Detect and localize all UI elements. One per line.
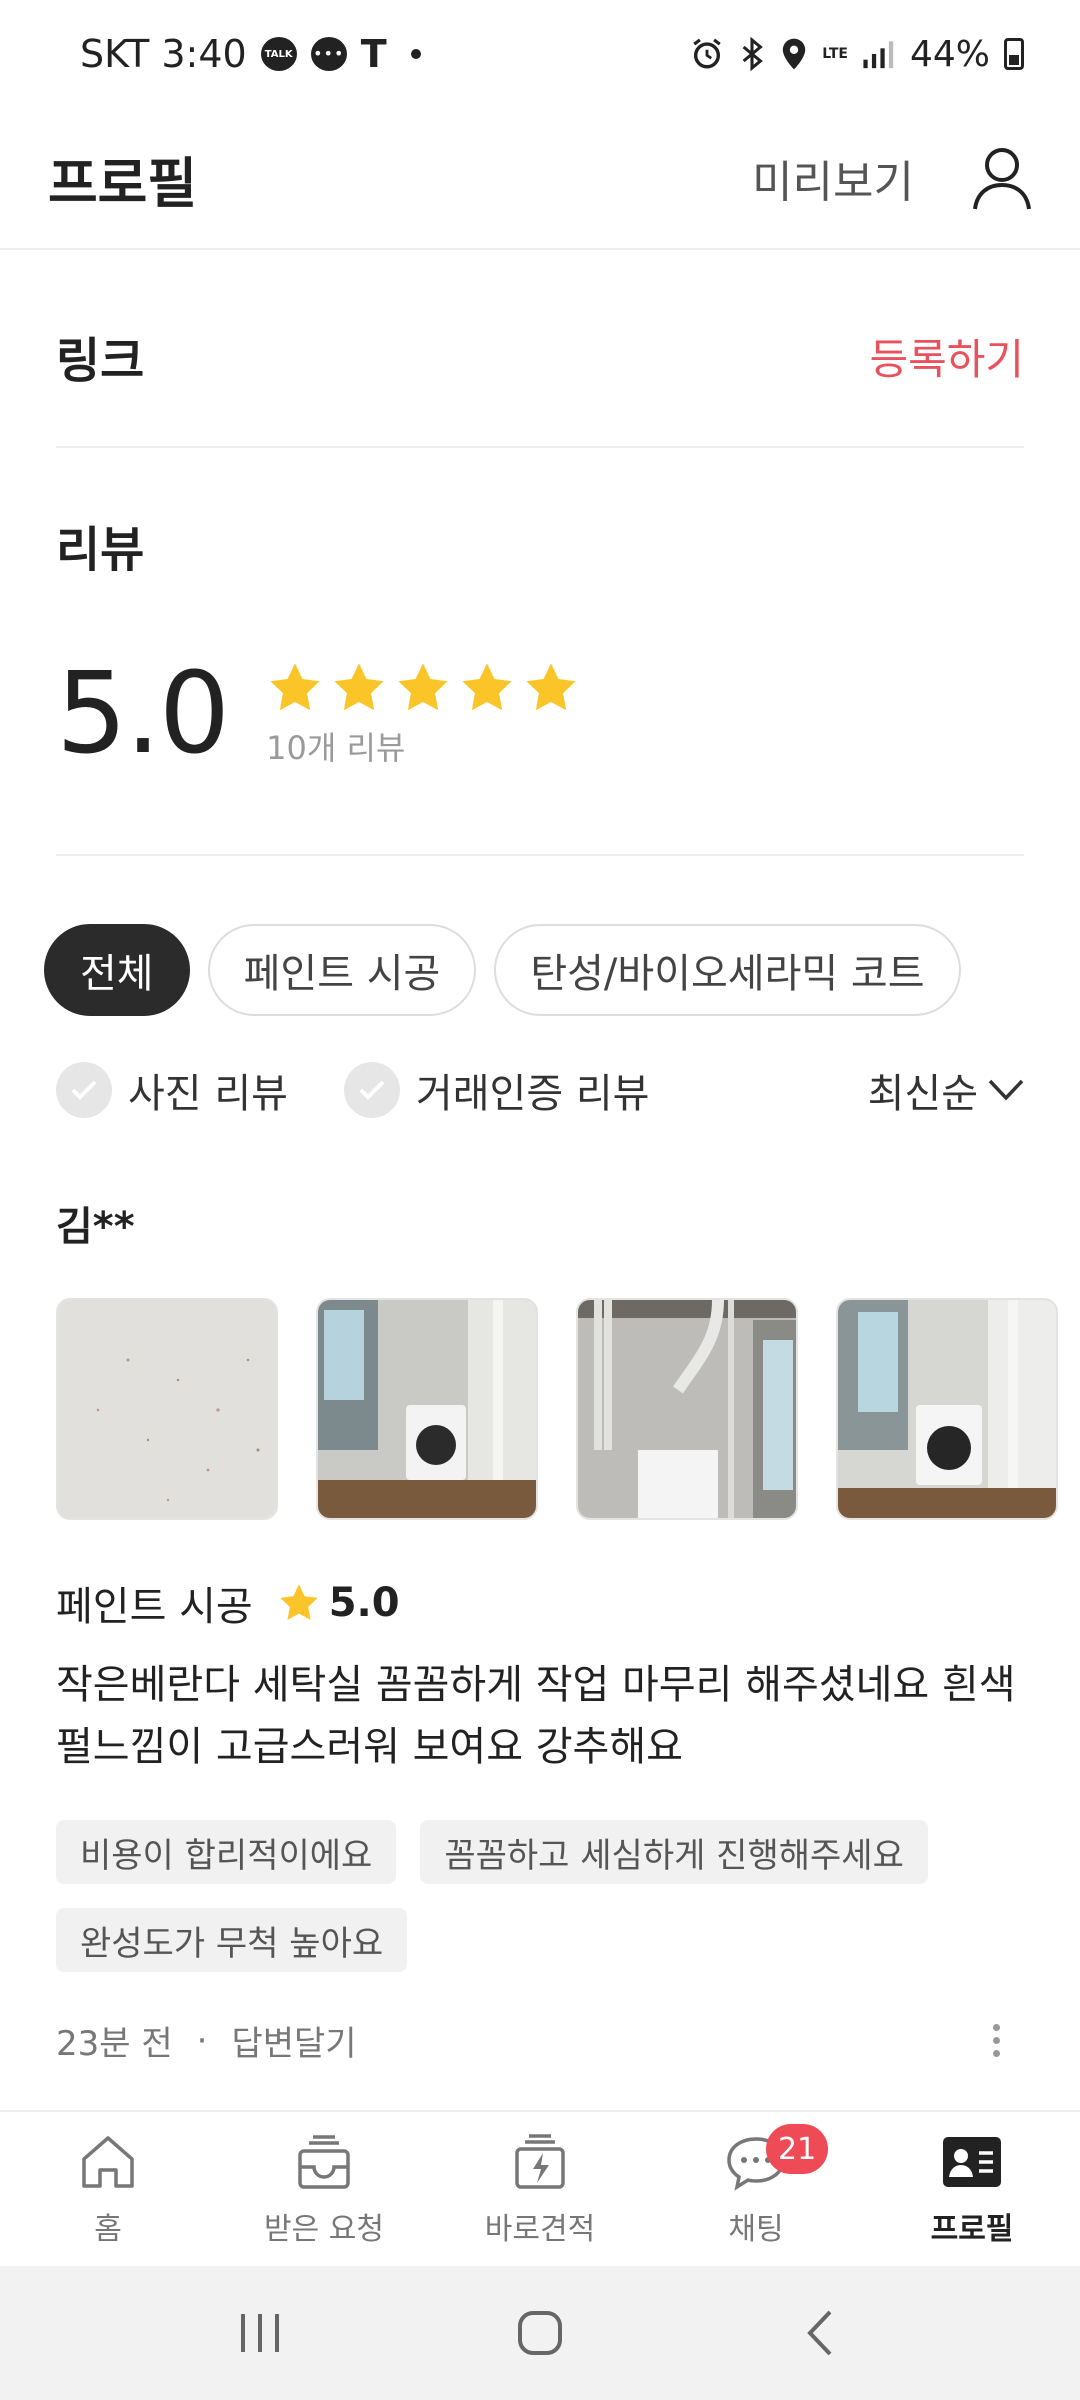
verified-review-filter[interactable]: 거래인증 리뷰: [343, 1061, 650, 1119]
chip-paint[interactable]: 페인트 시공: [207, 924, 477, 1016]
bluetooth-icon: [738, 37, 766, 71]
page-title: 프로필: [48, 151, 198, 215]
app-header: 프로필 미리보기: [0, 108, 1080, 250]
nav-profile-label: 프로필: [930, 2212, 1014, 2247]
review-section-title: 리뷰: [56, 522, 145, 578]
nav-home-label: 홈: [94, 2212, 122, 2247]
chevron-down-icon: [988, 1079, 1024, 1101]
check-icon: [56, 1062, 112, 1118]
section-divider: [56, 854, 1024, 856]
status-bar: SKT 3:40 TALK ••• T LTE 44%: [0, 0, 1080, 108]
register-link-button[interactable]: 등록하기: [869, 326, 1024, 387]
recent-apps-icon[interactable]: [220, 2303, 300, 2363]
review-text: 작은베란다 세탁실 꼼꼼하게 작업 마무리 해주셨네요 흰색 펄느낌이 고급스러…: [56, 1654, 1024, 1778]
inbox-icon: [292, 2130, 356, 2194]
quick-quote-icon: [508, 2130, 572, 2194]
nav-profile[interactable]: 프로필: [864, 2112, 1080, 2266]
check-icon: [343, 1062, 400, 1118]
preview-button[interactable]: 미리보기: [752, 146, 914, 210]
profile-content: 링크 등록하기 리뷰 5.0 10개 리뷰 전체 페인트 시공 탄성/바이오세라…: [0, 252, 1080, 2065]
category-chips: 전체 페인트 시공 탄성/바이오세라믹 코트: [0, 924, 1080, 1016]
photo-review-label: 사진 리뷰: [128, 1071, 288, 1117]
verified-review-label: 거래인증 리뷰: [415, 1071, 650, 1117]
message-icon: •••: [310, 37, 347, 71]
kakaotalk-icon: TALK: [260, 37, 297, 71]
review-text-line: 펄느낌이 고급스러워 보여요 강추해요: [56, 1724, 683, 1770]
review-meta: 페인트 시공 5.0: [56, 1574, 1024, 1632]
t-app-icon: T: [360, 32, 387, 76]
review-tag: 비용이 합리적이에요: [56, 1820, 397, 1884]
star-icon: [334, 663, 384, 711]
review-tags: 비용이 합리적이에요 꼼꼼하고 세심하게 진행해주세요 완성도가 무척 높아요: [56, 1820, 956, 1972]
notification-dot-icon: [410, 49, 421, 59]
chat-unread-badge: 21: [766, 2124, 829, 2174]
home-icon: [76, 2130, 140, 2194]
star-icon: [398, 663, 448, 711]
location-icon: [780, 37, 808, 71]
nav-chat-label: 채팅: [728, 2212, 784, 2247]
rating-stars: [266, 659, 580, 717]
carrier-time: SKT 3:40: [80, 32, 247, 76]
average-rating: 5.0: [56, 649, 230, 779]
nav-quick-quote[interactable]: 바로견적: [432, 2112, 648, 2266]
chip-all[interactable]: 전체: [44, 924, 190, 1016]
nav-chat[interactable]: 21 채팅: [648, 2112, 864, 2266]
review-photo[interactable]: [316, 1298, 538, 1520]
alarm-icon: [690, 37, 724, 71]
more-options-icon[interactable]: [993, 2024, 1000, 2057]
review-photos: [56, 1298, 1080, 1520]
reply-button[interactable]: 답변달기: [231, 2016, 356, 2065]
battery-icon: [1004, 38, 1024, 70]
review-category: 페인트 시공: [56, 1584, 253, 1630]
chip-elastic-coat[interactable]: 탄성/바이오세라믹 코트: [494, 924, 961, 1016]
star-icon: [280, 1584, 318, 1620]
review-tag: 완성도가 무척 높아요: [56, 1908, 408, 1972]
back-icon[interactable]: [780, 2303, 860, 2363]
sort-dropdown[interactable]: 최신순: [868, 1061, 1024, 1119]
sort-label: 최신순: [867, 1071, 978, 1117]
star-icon: [270, 663, 320, 711]
review-summary: 리뷰 5.0 10개 리뷰: [56, 510, 1024, 856]
home-button-icon[interactable]: [500, 2303, 580, 2363]
review-tag: 꼼꼼하고 세심하게 진행해주세요: [420, 1820, 928, 1884]
nav-home[interactable]: 홈: [0, 2112, 216, 2266]
reviewer-name: 김**: [56, 1204, 135, 1250]
nav-requests[interactable]: 받은 요청: [216, 2112, 432, 2266]
rating-row: 5.0 10개 리뷰: [56, 649, 1024, 779]
nav-requests-label: 받은 요청: [264, 2212, 384, 2247]
battery-percent: 44%: [909, 33, 990, 75]
lte-icon: LTE: [822, 46, 848, 62]
star-icon: [526, 663, 576, 711]
review-photo[interactable]: [56, 1298, 278, 1520]
review-photo[interactable]: [576, 1298, 798, 1520]
star-icon: [462, 663, 512, 711]
photo-review-filter[interactable]: 사진 리뷰: [56, 1061, 288, 1119]
review-time: 23분 전: [56, 2024, 173, 2064]
link-title: 링크: [56, 333, 145, 389]
bottom-navigation: 홈 받은 요청 바로견적 21 채팅 프로필: [0, 2110, 1080, 2266]
review-filters: 사진 리뷰 거래인증 리뷰 최신순: [56, 1054, 1024, 1126]
review-footer: 23분 전 · 답변달기: [56, 2016, 1024, 2065]
profile-user-icon[interactable]: [972, 145, 1032, 211]
system-navigation-bar: [0, 2266, 1080, 2400]
review-text-line: 작은베란다 세탁실 꼼꼼하게 작업 마무리 해주셨네요 흰색: [56, 1662, 1016, 1708]
review-photo[interactable]: [836, 1298, 1058, 1520]
nav-quick-quote-label: 바로견적: [484, 2212, 596, 2247]
signal-icon: [862, 39, 896, 69]
review-count: 10개 리뷰: [266, 729, 406, 767]
profile-card-icon: [940, 2130, 1004, 2194]
review-score: 5.0: [328, 1580, 400, 1626]
separator-dot: ·: [196, 2020, 208, 2061]
link-section: 링크 등록하기: [56, 252, 1024, 448]
